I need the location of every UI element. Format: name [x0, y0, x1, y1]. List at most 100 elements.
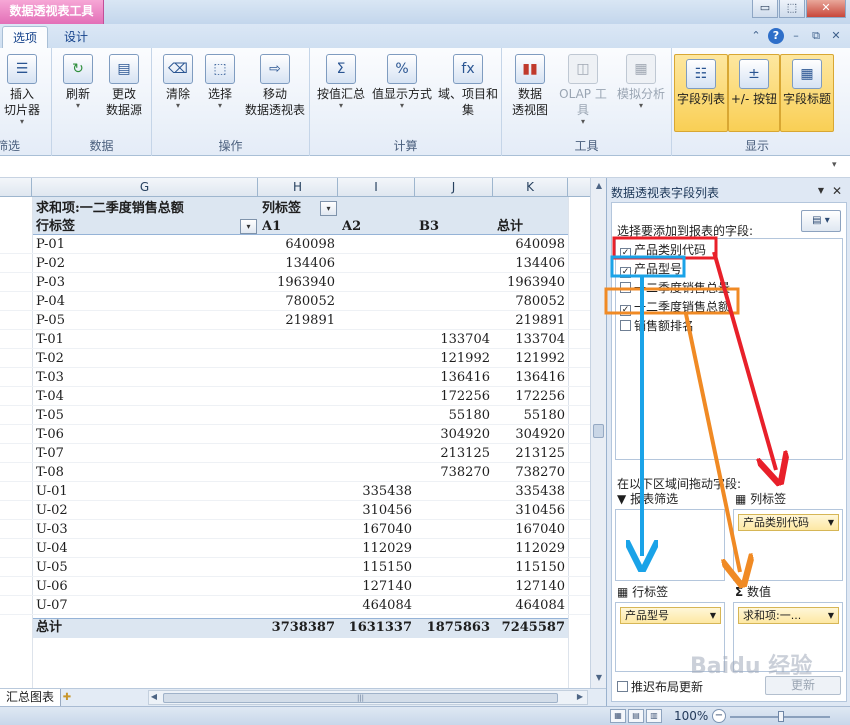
pivot-cell-a2[interactable]	[338, 425, 415, 444]
pivot-cell-b3[interactable]	[415, 311, 493, 330]
pivot-row-label[interactable]: P-03	[36, 273, 236, 292]
pivot-row-label[interactable]: U-06	[36, 577, 236, 596]
pivot-cell-a2[interactable]	[338, 387, 415, 406]
pivot-cell-total[interactable]: 304920	[493, 425, 568, 444]
pivot-value-title[interactable]: 求和项:一二季度销售总额	[36, 199, 258, 218]
pivot-row-label[interactable]: T-01	[36, 330, 236, 349]
field-headers-button[interactable]: ▦ 字段标题	[780, 54, 834, 132]
worksheet[interactable]: G H I J K 求和项:一二季度销售总额 列标签 ▾ 行标签 ▾ A1 A2…	[0, 178, 590, 688]
pivot-row-label[interactable]: U-05	[36, 558, 236, 577]
normal-view-icon[interactable]: ▦	[610, 709, 626, 723]
pivot-row-label[interactable]: P-02	[36, 254, 236, 273]
pivot-cell-a1[interactable]	[258, 520, 338, 539]
pivot-cell-a1[interactable]	[258, 501, 338, 520]
pivot-col-item-total[interactable]: 总计	[497, 217, 567, 236]
pivot-cell-total[interactable]: 167040	[493, 520, 568, 539]
help-icon[interactable]: ?	[768, 28, 784, 44]
pivot-cell-b3[interactable]	[415, 292, 493, 311]
olap-tools-button[interactable]: ◫ OLAP 工具 ▾	[554, 54, 612, 126]
expand-formula-bar-icon[interactable]: ▾	[832, 160, 844, 172]
pivot-cell-b3[interactable]: 172256	[415, 387, 493, 406]
pivot-cell-b3[interactable]	[415, 273, 493, 292]
pivot-col-item-a2[interactable]: A2	[342, 217, 412, 236]
checkbox-checked[interactable]: ✓	[620, 305, 631, 316]
pivot-cell-a1[interactable]: 219891	[258, 311, 338, 330]
scroll-right-icon[interactable]: ▶	[573, 690, 587, 704]
vertical-scrollbar[interactable]: ▲ ▼	[590, 178, 606, 688]
pane-options-icon[interactable]: ▼	[818, 186, 824, 195]
checkbox-checked[interactable]: ✓	[620, 248, 631, 259]
plus-minus-buttons-button[interactable]: ± +/- 按钮	[728, 54, 780, 132]
pivot-cell-total[interactable]: 172256	[493, 387, 568, 406]
horizontal-scroll-thumb[interactable]: |||	[163, 693, 558, 703]
pivot-cell-total[interactable]: 738270	[493, 463, 568, 482]
show-values-as-button[interactable]: % 值显示方式 ▾	[370, 54, 434, 110]
pane-close-icon[interactable]: ✕	[832, 184, 842, 198]
pivot-row-label[interactable]: P-05	[36, 311, 236, 330]
select-button[interactable]: ⬚ 选择 ▾	[200, 54, 240, 110]
pivot-cell-total[interactable]: 464084	[493, 596, 568, 615]
collapse-ribbon-icon[interactable]: ⌃	[748, 28, 764, 44]
pivot-cell-a1[interactable]	[258, 406, 338, 425]
restore-button[interactable]: ⬚	[779, 0, 805, 18]
pivot-cell-a2[interactable]	[338, 235, 415, 254]
column-header-next[interactable]	[568, 178, 590, 197]
refresh-button[interactable]: ↻ 刷新 ▾	[58, 54, 98, 110]
field-list-layout-button[interactable]: ▤ ▾	[801, 210, 841, 232]
checkbox-checked[interactable]: ✓	[620, 267, 631, 278]
column-labels-drop-zone[interactable]: 产品类别代码 ▼	[733, 509, 843, 581]
sheet-tab-summary-chart[interactable]: 汇总图表	[0, 689, 62, 706]
pivot-cell-b3[interactable]	[415, 501, 493, 520]
pivot-cell-b3[interactable]: 304920	[415, 425, 493, 444]
column-header-partial[interactable]	[0, 178, 32, 197]
pivot-cell-a2[interactable]	[338, 330, 415, 349]
pivot-col-item-b3[interactable]: B3	[419, 217, 489, 236]
pivot-cell-a2[interactable]	[338, 349, 415, 368]
pivot-cell-b3[interactable]	[415, 596, 493, 615]
pivot-cell-total[interactable]: 133704	[493, 330, 568, 349]
pivot-cell-total[interactable]: 640098	[493, 235, 568, 254]
pivot-row-label[interactable]: U-03	[36, 520, 236, 539]
pivot-row-label[interactable]: U-04	[36, 539, 236, 558]
pivot-cell-a1[interactable]	[258, 539, 338, 558]
pivot-cell-a2[interactable]: 310456	[338, 501, 415, 520]
pivot-cell-a2[interactable]	[338, 463, 415, 482]
column-header-g[interactable]: G	[32, 178, 258, 197]
tab-design[interactable]: 设计	[54, 26, 98, 48]
pivot-cell-a1[interactable]: 780052	[258, 292, 338, 311]
pivot-cell-b3[interactable]: 213125	[415, 444, 493, 463]
zoom-level[interactable]: 100%	[674, 709, 708, 723]
pivot-row-label[interactable]: P-04	[36, 292, 236, 311]
report-filter-drop-zone[interactable]	[615, 509, 725, 581]
pivot-cell-total[interactable]: 219891	[493, 311, 568, 330]
pivot-cell-b3[interactable]	[415, 577, 493, 596]
pivot-cell-a2[interactable]: 127140	[338, 577, 415, 596]
move-pivottable-button[interactable]: ⇨ 移动 数据透视表	[244, 54, 306, 118]
insert-sheet-icon[interactable]: ✚	[58, 690, 76, 705]
pivot-row-label[interactable]: T-08	[36, 463, 236, 482]
fields-items-sets-button[interactable]: fx 域、项目和 集	[436, 54, 500, 118]
pivot-row-label[interactable]: T-03	[36, 368, 236, 387]
column-header-h[interactable]: H	[258, 178, 338, 197]
summarize-values-button[interactable]: Σ 按值汇总 ▾	[314, 54, 368, 110]
field-item-q1q2-sales-quantity[interactable]: 一二季度销售总量	[620, 279, 730, 297]
pivot-row-label[interactable]: T-04	[36, 387, 236, 406]
grand-total-b3[interactable]: 1875863	[415, 618, 493, 637]
defer-layout-update[interactable]: 推迟布局更新	[617, 678, 703, 695]
grand-total-label[interactable]: 总计	[36, 618, 236, 637]
page-break-view-icon[interactable]: ▥	[646, 709, 662, 723]
scroll-down-icon[interactable]: ▼	[591, 670, 607, 686]
pivot-cell-a1[interactable]	[258, 349, 338, 368]
pivot-cell-total[interactable]: 115150	[493, 558, 568, 577]
pivot-cell-total[interactable]: 55180	[493, 406, 568, 425]
doc-close-icon[interactable]: ✕	[828, 28, 844, 44]
minimize-button[interactable]: ▭	[752, 0, 778, 18]
checkbox-unchecked[interactable]	[620, 320, 631, 331]
pivot-cell-a1[interactable]	[258, 425, 338, 444]
vertical-scroll-thumb[interactable]	[593, 424, 604, 438]
pivot-cell-total[interactable]: 121992	[493, 349, 568, 368]
pivot-row-label[interactable]: U-01	[36, 482, 236, 501]
pivot-cell-total[interactable]: 136416	[493, 368, 568, 387]
pivot-cell-a2[interactable]	[338, 311, 415, 330]
pivot-cell-a1[interactable]: 134406	[258, 254, 338, 273]
